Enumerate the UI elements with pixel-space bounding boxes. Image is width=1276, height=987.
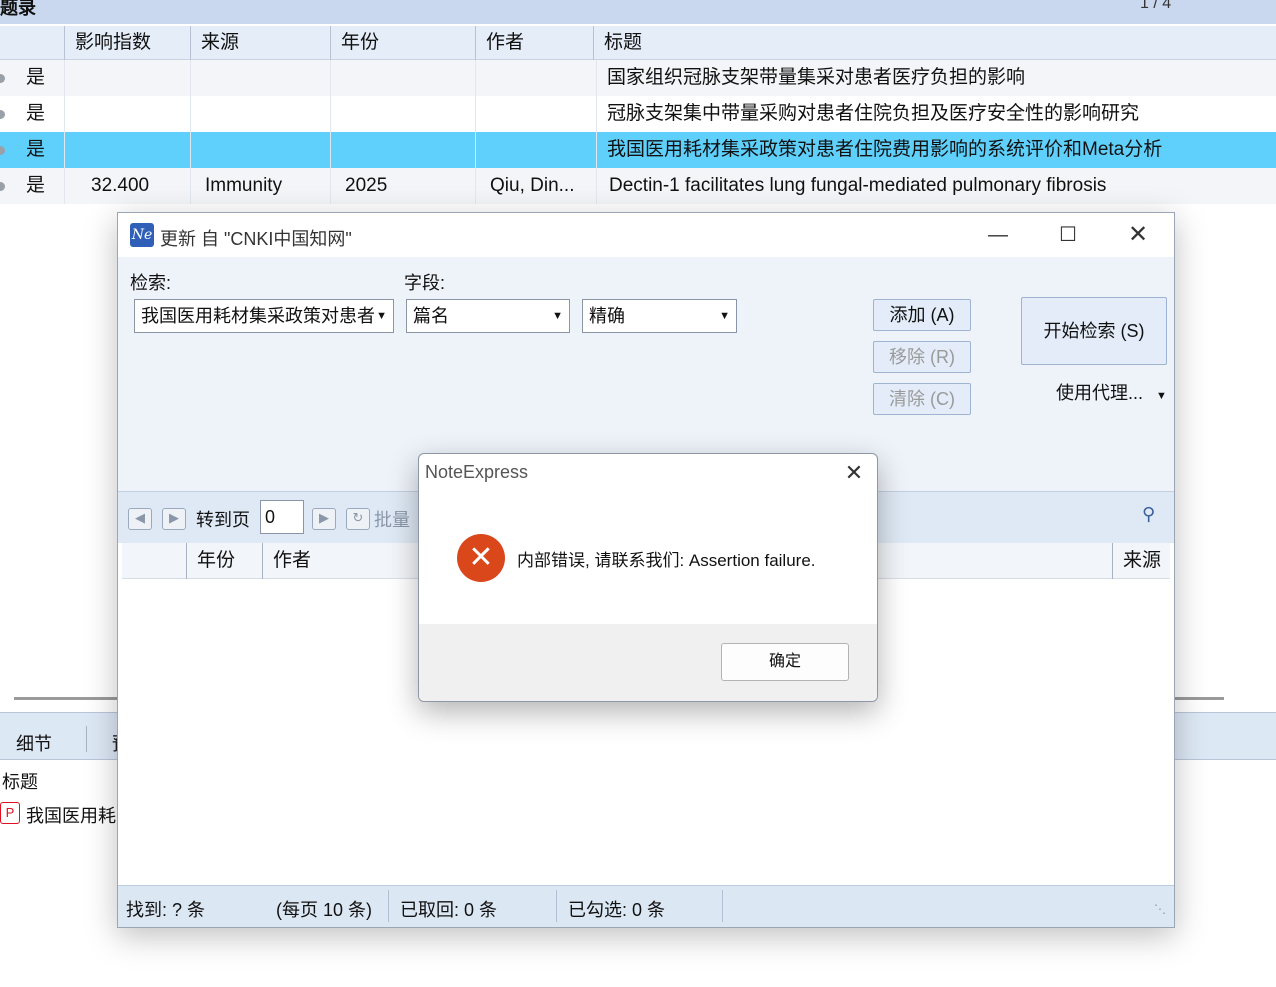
maximize-icon[interactable]: ☐: [1034, 213, 1102, 257]
error-message: 内部错误, 请联系我们: Assertion failure.: [517, 551, 816, 570]
row-impact: 32.400: [64, 168, 190, 204]
minimize-icon[interactable]: —: [964, 213, 1032, 257]
dropdown-arrow-icon: ▼: [552, 310, 563, 322]
field-select[interactable]: 篇名 ▼: [406, 299, 570, 333]
row-impact: [64, 132, 190, 168]
status-dot-icon: [0, 110, 5, 119]
results-column-source[interactable]: 来源: [1112, 543, 1170, 579]
row-title: 国家组织冠脉支架带量集采对患者医疗负担的影响: [596, 60, 1276, 96]
status-dot-icon: [0, 182, 5, 191]
status-retrieved: 已取回: 0 条: [400, 900, 498, 920]
status-separator: [388, 890, 389, 922]
previous-page-icon[interactable]: ◀: [128, 508, 152, 530]
field-label: 字段:: [404, 273, 446, 293]
resize-grip-icon[interactable]: ⋱: [1154, 902, 1166, 916]
field-select-value: 篇名: [413, 306, 449, 326]
close-icon[interactable]: ✕: [1104, 213, 1172, 257]
table-row[interactable]: 是 32.400 Immunity 2025 Qiu, Din... Decti…: [0, 168, 1276, 204]
tab-details[interactable]: 细节: [16, 730, 52, 756]
dropdown-arrow-icon: ▼: [719, 310, 730, 322]
results-column-year[interactable]: 年份: [186, 543, 262, 579]
status-separator: [556, 890, 557, 922]
goto-page-label: 转到页: [196, 510, 250, 530]
row-year: [330, 132, 475, 168]
clear-button[interactable]: 清除 (C): [873, 383, 971, 415]
row-impact: [64, 60, 190, 96]
batch-import-icon[interactable]: ↻: [346, 508, 370, 530]
noteexpress-logo-icon: Ne: [130, 223, 154, 247]
status-bar: 找到: ? 条 (每页 10 条) 已取回: 0 条 已勾选: 0 条 ⋱: [118, 885, 1174, 927]
row-impact: [64, 96, 190, 132]
tab-separator: [86, 726, 87, 752]
update-window-title-bar: Ne 更新 自 "CNKI中国知网" — ☐ ✕: [118, 213, 1174, 257]
reference-table-header: 影响指数 来源 年份 作者 标题: [0, 26, 1276, 60]
error-icon: ✕: [457, 534, 505, 582]
status-dot-icon: [0, 74, 5, 83]
column-header-year[interactable]: 年份: [330, 26, 475, 60]
add-button[interactable]: 添加 (A): [873, 299, 971, 331]
column-header-source[interactable]: 来源: [190, 26, 330, 60]
save-results-icon[interactable]: ▶: [312, 508, 336, 530]
match-select[interactable]: 精确 ▼: [582, 299, 737, 333]
ok-button[interactable]: 确定: [721, 643, 849, 681]
table-row[interactable]: 是 国家组织冠脉支架带量集采对患者医疗负担的影响: [0, 60, 1276, 96]
row-source: [190, 60, 330, 96]
row-source: [190, 96, 330, 132]
row-status: 是: [26, 103, 46, 124]
status-dot-icon: [0, 146, 5, 155]
column-header-author[interactable]: 作者: [475, 26, 593, 60]
row-status: 是: [26, 67, 46, 88]
table-row[interactable]: 是 冠脉支架集中带量采购对患者住院负担及医疗安全性的影响研究: [0, 96, 1276, 132]
row-year: [330, 96, 475, 132]
main-panel-title: 题录: [0, 0, 36, 18]
update-window-title: 更新 自 "CNKI中国知网": [160, 229, 352, 249]
detail-field-label: 标题: [2, 772, 38, 792]
row-status: 是: [26, 139, 46, 160]
dropdown-arrow-icon: ▼: [376, 310, 387, 322]
detail-title-value: 我国医用耗: [26, 806, 116, 826]
row-author: [475, 132, 593, 168]
next-page-icon[interactable]: ▶: [162, 508, 186, 530]
dropdown-arrow-icon: ▼: [1156, 390, 1167, 402]
use-proxy-menu[interactable]: 使用代理... ▼: [1056, 379, 1167, 405]
pdf-icon: P: [0, 802, 20, 824]
row-source: [190, 132, 330, 168]
close-icon[interactable]: ✕: [831, 454, 877, 492]
row-author: [475, 60, 593, 96]
search-options-icon[interactable]: ⚲: [1142, 504, 1168, 530]
table-row-selected[interactable]: 是 我国医用耗材集采政策对患者住院费用影响的系统评价和Meta分析: [0, 132, 1276, 168]
row-year: 2025: [330, 168, 475, 204]
column-header-impact[interactable]: 影响指数: [64, 26, 190, 60]
page-indicator: 1 / 4: [1140, 0, 1172, 12]
row-status: 是: [26, 175, 46, 196]
status-found: 找到: ? 条: [126, 900, 206, 920]
row-title: 我国医用耗材集采政策对患者住院费用影响的系统评价和Meta分析: [596, 132, 1276, 168]
status-checked: 已勾选: 0 条: [568, 900, 666, 920]
batch-label[interactable]: 批量: [374, 506, 410, 532]
match-select-value: 精确: [589, 306, 625, 326]
row-author: Qiu, Din...: [475, 168, 593, 204]
main-title-bar: [0, 0, 1276, 24]
search-term-value: 我国医用耗材集采政策对患者: [141, 306, 375, 326]
row-title: 冠脉支架集中带量采购对患者住院负担及医疗安全性的影响研究: [596, 96, 1276, 132]
goto-page-input[interactable]: 0: [260, 500, 304, 534]
row-title: Dectin-1 facilitates lung fungal-mediate…: [596, 168, 1276, 204]
row-author: [475, 96, 593, 132]
search-label: 检索:: [130, 273, 172, 293]
error-dialog: NoteExpress ✕ ✕ 内部错误, 请联系我们: Assertion f…: [418, 453, 878, 702]
row-year: [330, 60, 475, 96]
status-separator: [722, 890, 723, 922]
dialog-title: NoteExpress: [425, 462, 529, 482]
use-proxy-label: 使用代理...: [1056, 383, 1144, 403]
start-search-button[interactable]: 开始检索 (S): [1021, 297, 1167, 365]
column-header-title[interactable]: 标题: [593, 26, 1276, 60]
status-per-page: (每页 10 条): [276, 900, 373, 920]
remove-button[interactable]: 移除 (R): [873, 341, 971, 373]
search-term-combo[interactable]: 我国医用耗材集采政策对患者 ▼: [134, 299, 394, 333]
row-source: Immunity: [190, 168, 330, 204]
